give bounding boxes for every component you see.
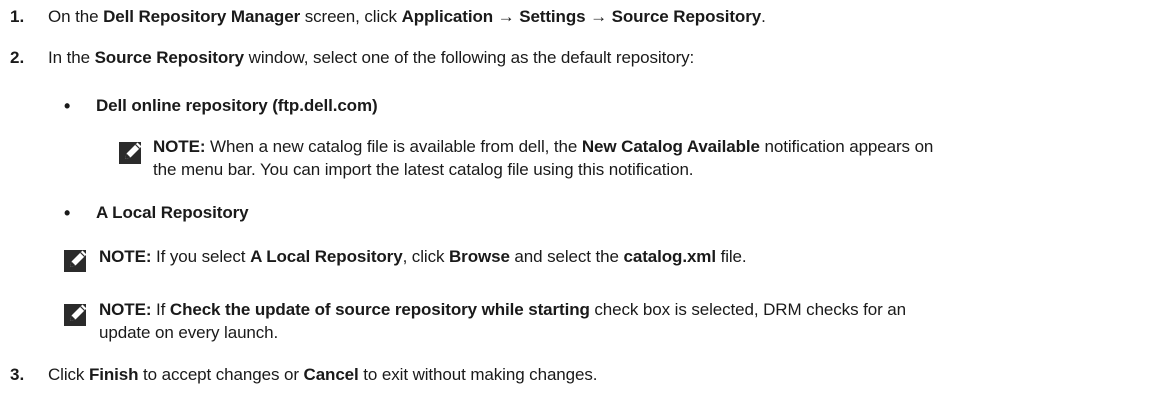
- step-3-number: 3.: [10, 365, 25, 384]
- note-1-line-1: NOTE: When a new catalog file is availab…: [153, 137, 934, 156]
- option-1-bullet: •: [64, 96, 71, 116]
- pencil-note-icon: [119, 142, 142, 164]
- document: 1. On the Dell Repository Manager screen…: [0, 0, 1158, 404]
- step-2-number: 2.: [10, 48, 25, 67]
- option-2-bullet: •: [64, 203, 71, 223]
- note-3-line-1: NOTE: If Check the update of source repo…: [99, 300, 906, 319]
- pencil-note-icon: [64, 304, 87, 326]
- step-1-number: 1.: [10, 7, 25, 26]
- option-dell-online-repository: Dell online repository (ftp.dell.com): [96, 96, 378, 115]
- step-3-text: Click Finish to accept changes or Cancel…: [48, 365, 598, 384]
- step-1-text: On the Dell Repository Manager screen, c…: [48, 7, 766, 26]
- step-2-text: In the Source Repository window, select …: [48, 48, 695, 67]
- note-1-line-2: the menu bar. You can import the latest …: [153, 160, 694, 179]
- option-local-repository: A Local Repository: [96, 203, 249, 222]
- note-2-line-1: NOTE: If you select A Local Repository, …: [99, 247, 747, 266]
- pencil-note-icon: [64, 250, 87, 272]
- note-3-line-2: update on every launch.: [99, 323, 279, 342]
